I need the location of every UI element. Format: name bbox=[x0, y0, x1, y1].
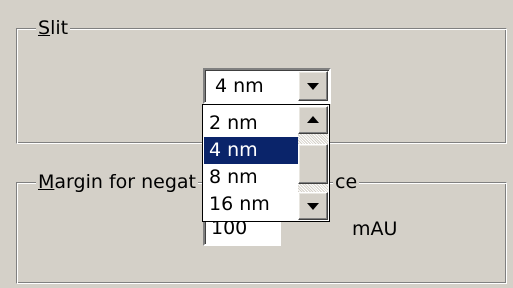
slit-combobox-dropdown-button[interactable] bbox=[298, 71, 328, 101]
slit-option-8nm[interactable]: 8 nm bbox=[204, 164, 298, 191]
slit-combobox[interactable]: 4 nm bbox=[203, 68, 331, 104]
chevron-down-icon bbox=[307, 83, 319, 90]
margin-group-label-tail: ce bbox=[333, 171, 360, 193]
slit-option-16nm[interactable]: 16 nm bbox=[204, 191, 298, 218]
dropdown-scrollbar[interactable] bbox=[298, 106, 328, 220]
margin-group-label: Margin for negat bbox=[36, 171, 198, 193]
slit-dropdown-list[interactable]: 2 nm 4 nm 8 nm 16 nm bbox=[202, 104, 330, 222]
slit-option-4nm[interactable]: 4 nm bbox=[204, 137, 298, 164]
scroll-down-button[interactable] bbox=[298, 192, 328, 220]
scroll-down-icon bbox=[307, 203, 319, 210]
slit-group-label: Slit bbox=[36, 17, 71, 39]
slit-option-2nm[interactable]: 2 nm bbox=[204, 110, 298, 137]
slit-combobox-value: 4 nm bbox=[215, 75, 264, 97]
scroll-up-icon bbox=[307, 116, 319, 123]
scroll-thumb[interactable] bbox=[298, 144, 328, 184]
scroll-up-button[interactable] bbox=[298, 106, 328, 134]
margin-unit-label: mAU bbox=[352, 218, 398, 240]
